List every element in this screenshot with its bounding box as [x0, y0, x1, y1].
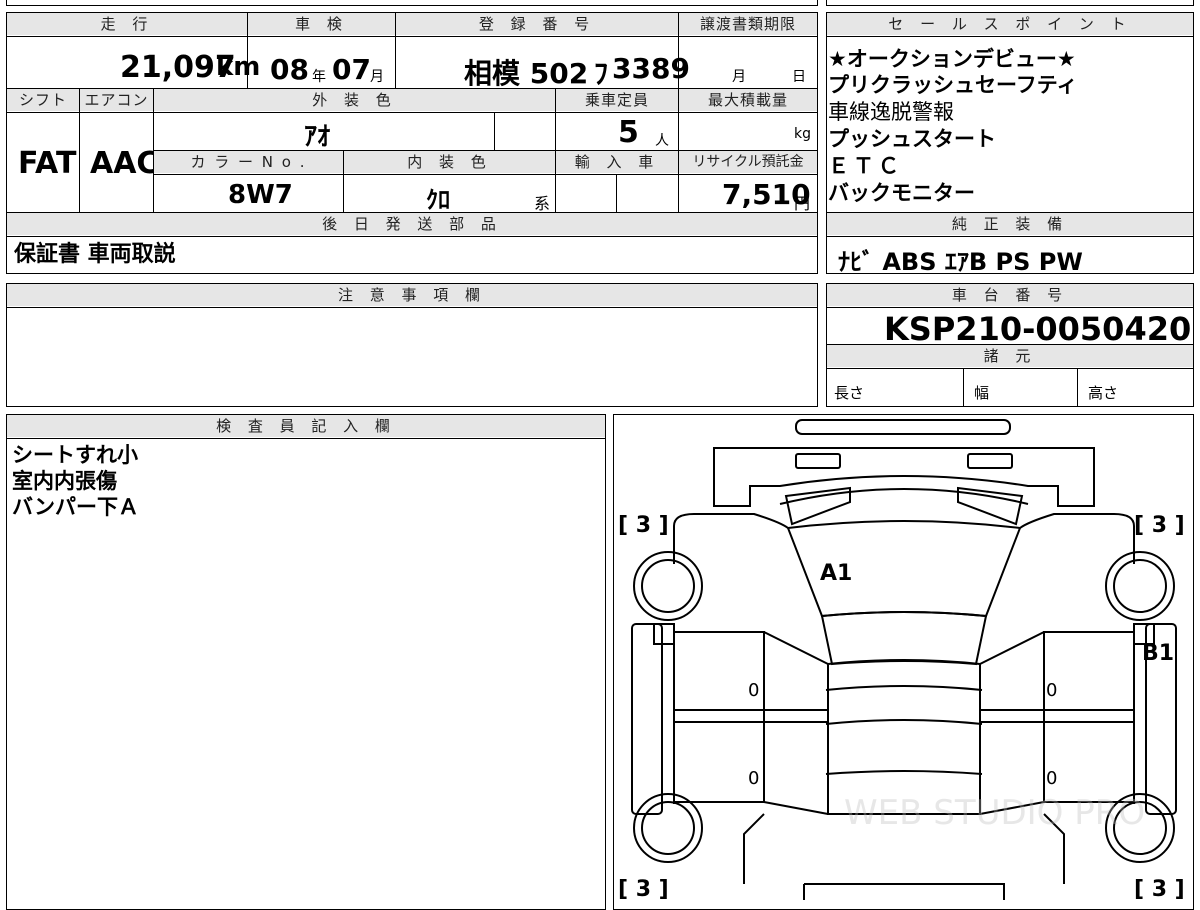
exterior-color-value: ｱｵ	[304, 122, 331, 152]
aircon-header: エアコン	[80, 89, 153, 111]
door-mark-rear-left: 0	[748, 768, 759, 789]
import-header: 輸 入 車	[556, 151, 678, 173]
door-mark-rear-right: 0	[1046, 768, 1057, 789]
aircon-value: AAC	[90, 146, 159, 181]
max-load-header: 最大積載量	[679, 89, 817, 111]
mileage-unit: km	[216, 52, 261, 82]
door-mark-front-right: 0	[1046, 680, 1057, 701]
later-parts-header: 後 日 発 送 部 品	[7, 213, 817, 235]
inspector-note-3: バンパー下Ａ	[12, 495, 140, 519]
registration-header: 登 録 番 号	[396, 13, 678, 35]
capacity-value: 5	[618, 115, 639, 150]
capacity-unit: 人	[655, 133, 669, 149]
sales-points-header: セ ー ル ス ポ イ ン ト	[827, 13, 1193, 35]
inspection-month: 07	[332, 53, 371, 86]
color-number-header: カ ラ ー N o .	[154, 151, 343, 173]
inspection-year-unit: 年	[312, 69, 326, 85]
notes-header: 注 意 事 項 欄	[7, 284, 817, 306]
transfer-deadline-header: 譲渡書類期限	[679, 13, 817, 35]
damage-mark-a1: A1	[820, 561, 852, 586]
interior-color-value: ｸﾛ	[426, 186, 450, 214]
registration-kana: ﾌ	[594, 57, 609, 90]
max-load-unit: kg	[794, 126, 811, 142]
transfer-month-unit: 月	[732, 69, 746, 85]
tire-grade-front-right: [ 3 ]	[1134, 513, 1185, 538]
inspector-note-1: シートすれ小	[12, 443, 138, 467]
interior-color-suffix: 系	[534, 194, 551, 213]
chassis-number-header: 車 台 番 号	[827, 284, 1193, 306]
inspector-note-2: 室内内張傷	[12, 469, 117, 493]
damage-mark-b1: B1	[1142, 641, 1174, 666]
sales-point-2: プリクラッシュセーフティ	[828, 73, 1078, 97]
shift-value: FAT	[18, 146, 77, 181]
color-number-value: 8W7	[228, 180, 293, 210]
height-label: 高さ	[1088, 384, 1119, 402]
length-label: 長さ	[834, 384, 865, 402]
car-damage-diagram: [ 3 ] [ 3 ] [ 3 ] [ 3 ] A1 B1 0 0 0 0 WE…	[618, 419, 1185, 900]
tire-grade-rear-left: [ 3 ]	[618, 877, 669, 900]
sales-point-3: 車線逸脱警報	[828, 100, 954, 124]
top-cutoff-row-right	[826, 0, 1194, 6]
top-cutoff-row	[6, 0, 818, 6]
genuine-equipment-header: 純 正 装 備	[827, 213, 1193, 235]
recycle-deposit-unit: 円	[794, 194, 811, 213]
recycle-deposit-header: リサイクル預託金	[679, 151, 817, 173]
sales-point-5: ＥＴＣ	[828, 154, 903, 178]
genuine-equipment-value: ﾅﾋﾞ ABS ｴｱB PS PW	[838, 248, 1083, 276]
sales-point-6: バックモニター	[828, 181, 975, 205]
capacity-header: 乗車定員	[556, 89, 678, 111]
door-mark-front-left: 0	[748, 680, 759, 701]
shift-header: シフト	[7, 89, 79, 111]
registration-value: 相模 502	[464, 57, 589, 90]
later-parts-value: 保証書 車両取説	[14, 242, 176, 267]
inspection-header: 車 検	[248, 13, 395, 35]
tire-grade-rear-right: [ 3 ]	[1134, 877, 1185, 900]
sales-point-4: プッシュスタート	[828, 127, 996, 151]
inspection-month-unit: 月	[370, 69, 384, 85]
interior-color-header: 内 装 色	[344, 151, 555, 173]
watermark: WEB STUDIO PRO	[844, 793, 1145, 833]
inspector-header: 検 査 員 記 入 欄	[7, 415, 605, 437]
tire-grade-front-left: [ 3 ]	[618, 513, 669, 538]
exterior-color-header: 外 装 色	[154, 89, 555, 111]
inspection-year: 08	[270, 53, 309, 86]
sales-point-1: ★オークションデビュー★	[828, 47, 1076, 71]
width-label: 幅	[974, 384, 990, 402]
registration-number: 3389	[612, 52, 690, 85]
specs-header: 諸 元	[827, 345, 1193, 367]
transfer-day-unit: 日	[792, 69, 806, 85]
mileage-header: 走 行	[7, 13, 247, 35]
chassis-number-value: KSP210-0050420	[884, 310, 1192, 348]
